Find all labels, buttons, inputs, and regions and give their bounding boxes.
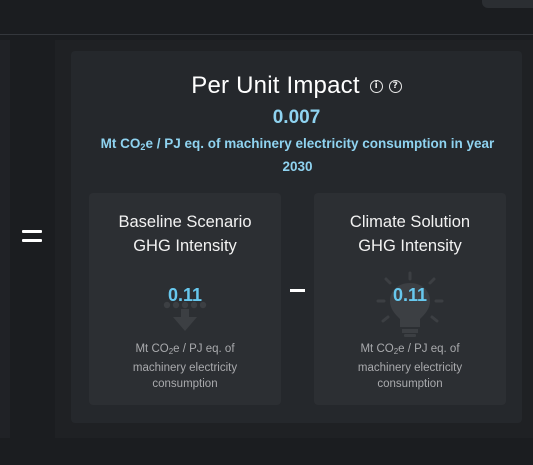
solution-unit: Mt CO2e / PJ eq. of machinery electricit…: [357, 343, 463, 390]
equals-icon: [22, 226, 42, 246]
top-bar: [0, 0, 533, 35]
title-row: Per Unit Impact i ?: [71, 70, 522, 102]
top-tab[interactable]: [482, 0, 533, 8]
baseline-unit: Mt CO2e / PJ eq. of machinery electricit…: [132, 343, 238, 390]
lightbulb-icon: [376, 271, 444, 337]
baseline-title: Baseline Scenario GHG Intensity: [118, 213, 252, 255]
info-icon[interactable]: i: [369, 79, 383, 93]
page-title: Per Unit Impact: [191, 72, 360, 99]
downward-emission-icon: [163, 301, 207, 331]
left-panel: [0, 40, 10, 438]
solution-title: Climate Solution GHG Intensity: [349, 213, 471, 255]
baseline-card: Baseline Scenario GHG Intensity 0.11 Mt …: [89, 193, 281, 405]
impact-value: 0.007: [272, 107, 321, 128]
question-icon[interactable]: ?: [388, 79, 402, 93]
solution-value: 0.11: [392, 285, 428, 305]
impact-unit: Mt CO2e / PJ eq. of machinery electricit…: [100, 136, 495, 174]
baseline-value: 0.11: [167, 285, 203, 305]
solution-card: Climate Solution GHG Intensity 0.11 Mt C…: [314, 193, 506, 405]
minus-icon: [290, 289, 305, 292]
